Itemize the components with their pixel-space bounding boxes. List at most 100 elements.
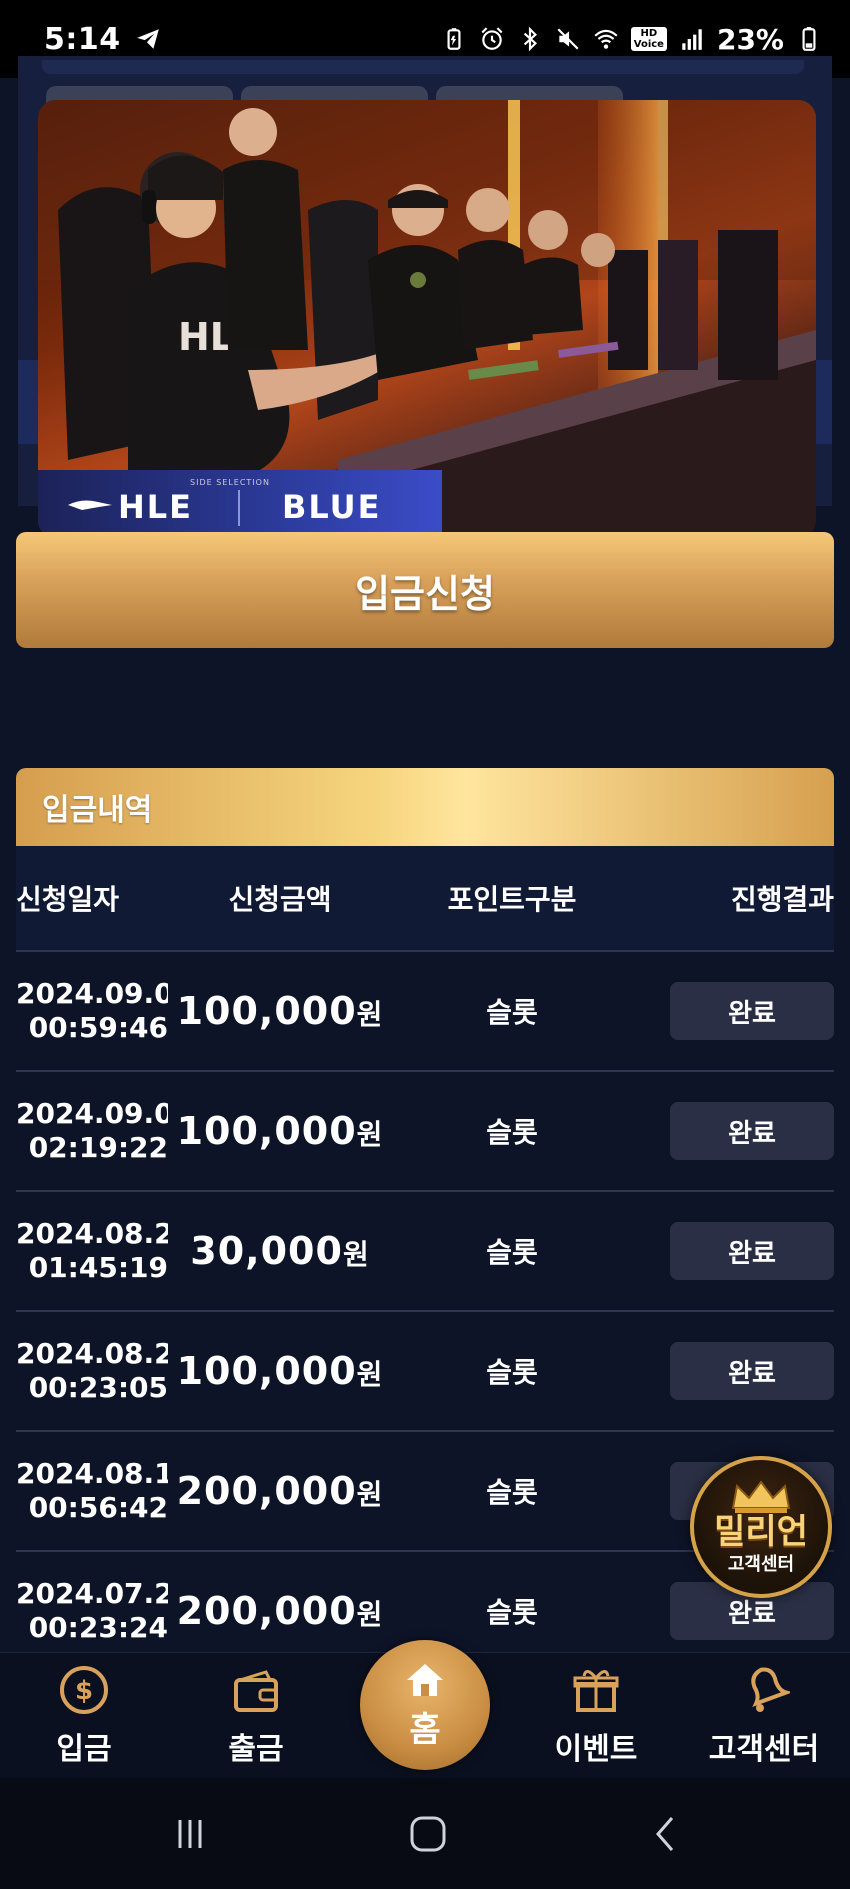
nav-home-label: 홈 bbox=[409, 1709, 441, 1750]
request-date: 2024.08.23 bbox=[16, 1217, 168, 1250]
currency-unit: 원 bbox=[356, 1598, 384, 1631]
request-date: 2024.09.03 bbox=[16, 1097, 168, 1130]
nav-customer-center-label: 고객센터 bbox=[708, 1732, 820, 1767]
battery-percent: 23% bbox=[716, 22, 784, 56]
signal-icon bbox=[679, 26, 705, 52]
point-type-cell: 슬롯 bbox=[486, 1476, 538, 1509]
deposit-request-button[interactable]: 입금신청 bbox=[16, 532, 834, 648]
banner-divider bbox=[238, 490, 240, 526]
floating-support-button[interactable]: 밀리언 고객센터 bbox=[690, 1456, 832, 1598]
currency-unit: 원 bbox=[356, 998, 384, 1031]
gift-icon bbox=[573, 1670, 619, 1712]
request-amount-cell: 100,000원 bbox=[168, 989, 392, 1033]
request-time: 00:59:46 bbox=[28, 1011, 168, 1044]
nav-customer-center[interactable]: 고객센터 bbox=[684, 1653, 844, 1779]
point-type-cell: 슬롯 bbox=[486, 1116, 538, 1149]
table-header-row: 신청일자 신청금액 포인트구분 진행결과 bbox=[16, 846, 834, 952]
crown-icon bbox=[731, 1480, 791, 1513]
column-header-point-type: 포인트구분 bbox=[447, 883, 577, 916]
request-amount-cell: 30,000원 bbox=[168, 1229, 392, 1273]
system-navigation-bar bbox=[0, 1778, 850, 1889]
request-amount: 30,000 bbox=[190, 1229, 343, 1273]
dollar-coin-icon: $ bbox=[60, 1666, 108, 1714]
request-date-cell: 2024.08.2301:45:19 bbox=[16, 1217, 168, 1285]
request-time: 02:19:22 bbox=[28, 1131, 168, 1164]
deposit-history-header: 입금내역 bbox=[16, 768, 834, 846]
clock: 5:14 bbox=[44, 21, 121, 57]
status-badge[interactable]: 완료 bbox=[670, 982, 834, 1040]
nav-deposit[interactable]: $ 입금 bbox=[4, 1653, 164, 1779]
support-brand-text: 밀리언 bbox=[714, 1512, 808, 1552]
wallet-icon bbox=[234, 1670, 278, 1712]
table-row: 2024.08.2301:45:1930,000원슬롯완료 bbox=[16, 1192, 834, 1312]
home-circle-icon bbox=[410, 1816, 446, 1852]
background-strip bbox=[42, 60, 804, 74]
status-cell: 완료 bbox=[632, 982, 834, 1040]
deposit-history-title: 입금내역 bbox=[42, 793, 153, 828]
currency-unit: 원 bbox=[356, 1358, 384, 1391]
point-type-cell: 슬롯 bbox=[486, 1356, 538, 1389]
recent-apps-icon bbox=[178, 1820, 202, 1848]
request-amount: 100,000 bbox=[176, 989, 357, 1033]
bluetooth-icon bbox=[517, 26, 543, 52]
column-header-date: 신청일자 bbox=[16, 883, 120, 916]
currency-unit: 원 bbox=[356, 1478, 384, 1511]
nav-deposit-label: 입금 bbox=[56, 1732, 112, 1767]
point-type-cell: 슬롯 bbox=[486, 1236, 538, 1269]
request-amount: 200,000 bbox=[176, 1589, 357, 1633]
wifi-icon bbox=[593, 26, 619, 52]
battery-saver-icon bbox=[441, 26, 467, 52]
table-row: 2024.09.0700:59:46100,000원 슬롯 완료 bbox=[16, 952, 834, 1072]
status-badge[interactable]: 완료 bbox=[670, 1222, 834, 1280]
hle-logo-icon bbox=[68, 500, 112, 510]
point-type-cell: 슬롯 bbox=[486, 996, 538, 1029]
request-amount: 100,000 bbox=[176, 1109, 357, 1153]
status-cell: 완료 bbox=[632, 1222, 834, 1280]
request-time: 01:45:19 bbox=[28, 1251, 168, 1284]
recent-apps-button[interactable] bbox=[160, 1806, 220, 1862]
request-date: 2024.07.29 bbox=[16, 1577, 168, 1610]
bell-icon bbox=[751, 1667, 790, 1712]
mute-icon bbox=[555, 26, 581, 52]
request-date-cell: 2024.09.0700:59:46 bbox=[16, 977, 168, 1045]
nav-event[interactable]: 이벤트 bbox=[516, 1653, 676, 1779]
status-badge[interactable]: 완료 bbox=[670, 1342, 834, 1400]
system-back-button[interactable] bbox=[636, 1806, 696, 1862]
svg-text:$: $ bbox=[75, 1676, 93, 1706]
request-date-cell: 2024.09.0302:19:22 bbox=[16, 1097, 168, 1165]
request-amount: 100,000 bbox=[176, 1349, 357, 1393]
request-date-cell: 2024.07.2900:23:24 bbox=[16, 1577, 168, 1645]
request-date-cell: 2024.08.1900:56:42 bbox=[16, 1457, 168, 1525]
column-header-status: 진행결과 bbox=[730, 883, 834, 916]
nav-withdraw-label: 출금 bbox=[228, 1732, 284, 1767]
status-badge[interactable]: 완료 bbox=[670, 1102, 834, 1160]
nav-withdraw[interactable]: 출금 bbox=[176, 1653, 336, 1779]
request-time: 00:23:24 bbox=[28, 1611, 168, 1644]
request-amount-cell: 200,000원 bbox=[168, 1469, 392, 1513]
currency-unit: 원 bbox=[356, 1118, 384, 1151]
request-time: 00:56:42 bbox=[28, 1491, 168, 1524]
currency-unit: 원 bbox=[342, 1238, 370, 1271]
point-type-cell: 슬롯 bbox=[486, 1596, 538, 1629]
alarm-icon bbox=[479, 26, 505, 52]
battery-icon bbox=[796, 26, 822, 52]
hd-voice-icon: HD Voice bbox=[630, 27, 667, 51]
nav-home-button[interactable]: 홈 bbox=[360, 1640, 490, 1770]
esports-video[interactable]: HLE SIDE SELECTION HLE BLUE bbox=[38, 100, 816, 538]
side-selection-label: SIDE SELECTION bbox=[190, 478, 270, 487]
request-date: 2024.09.07 bbox=[16, 977, 168, 1010]
column-header-amount: 신청금액 bbox=[228, 883, 332, 916]
request-amount-cell: 100,000원 bbox=[168, 1109, 392, 1153]
table-row: 2024.08.2000:23:05100,000원 슬롯 완료 bbox=[16, 1312, 834, 1432]
home-icon bbox=[407, 1663, 443, 1696]
support-label-text: 고객센터 bbox=[727, 1554, 795, 1575]
request-date: 2024.08.20 bbox=[16, 1337, 168, 1370]
system-home-button[interactable] bbox=[398, 1806, 458, 1862]
status-cell: 완료 bbox=[632, 1102, 834, 1160]
request-amount-cell: 100,000원 bbox=[168, 1349, 392, 1393]
table-row: 2024.09.0302:19:22100,000원 슬롯 완료 bbox=[16, 1072, 834, 1192]
request-amount: 200,000 bbox=[176, 1469, 357, 1513]
request-date: 2024.08.19 bbox=[16, 1457, 168, 1490]
request-date-cell: 2024.08.2000:23:05 bbox=[16, 1337, 168, 1405]
team-name: HLE bbox=[118, 488, 194, 526]
